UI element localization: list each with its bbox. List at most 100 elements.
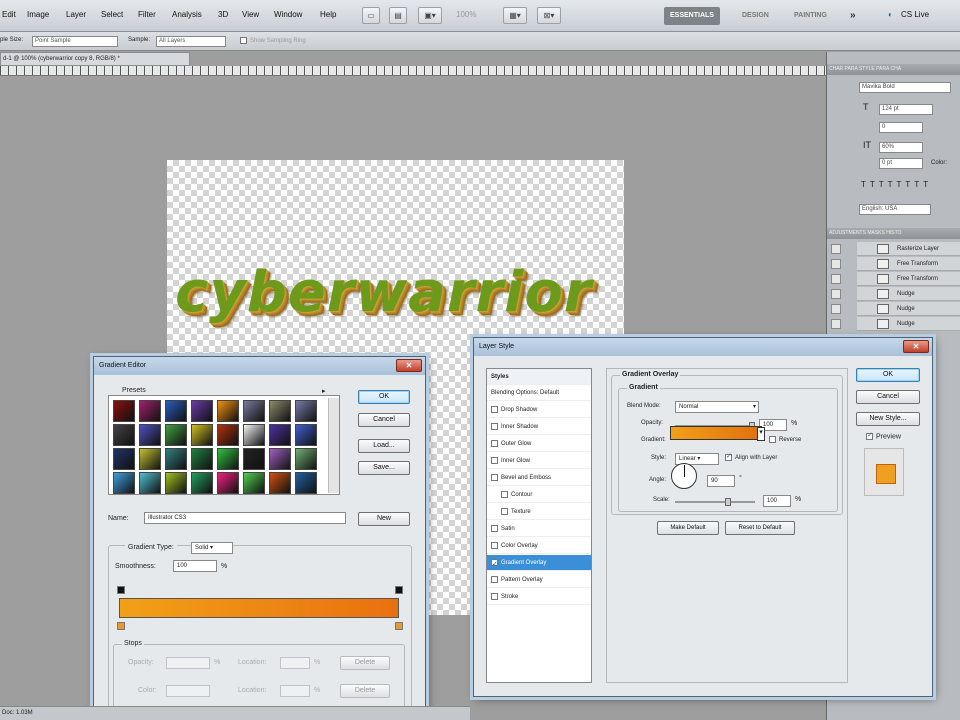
stop-opacity-input[interactable] xyxy=(166,657,210,669)
style-item[interactable]: Drop Shadow xyxy=(487,402,591,418)
history-item[interactable]: Nudge xyxy=(857,317,960,331)
sample-select[interactable]: All Layers xyxy=(156,36,226,47)
gradient-preset-swatch[interactable] xyxy=(269,424,291,446)
style-item[interactable]: Color Overlay xyxy=(487,538,591,554)
make-default-button[interactable]: Make Default xyxy=(657,521,719,535)
style-item[interactable]: Pattern Overlay xyxy=(487,572,591,588)
gradient-preset-swatch[interactable] xyxy=(243,424,265,446)
cancel-button[interactable]: Cancel xyxy=(856,390,920,404)
gradient-preset-swatch[interactable] xyxy=(139,424,161,446)
gradient-preset-swatch[interactable] xyxy=(191,424,213,446)
menu-3d[interactable]: 3D xyxy=(218,10,228,19)
menu-window[interactable]: Window xyxy=(274,10,302,19)
more-workspaces-icon[interactable]: » xyxy=(844,7,862,25)
gradient-name-input[interactable]: Illustrator CS3 xyxy=(144,512,346,524)
color-stop-right[interactable] xyxy=(395,622,403,630)
style-checkbox[interactable] xyxy=(501,490,508,498)
cs-live-button[interactable]: CS Live xyxy=(901,10,929,19)
gradient-preset-swatch[interactable] xyxy=(165,448,187,470)
presets-scrollbar[interactable] xyxy=(328,398,339,493)
new-button[interactable]: New xyxy=(358,512,410,526)
ok-button[interactable]: OK xyxy=(856,368,920,382)
color-stop-left[interactable] xyxy=(117,622,125,630)
workspace-design[interactable]: DESIGN xyxy=(736,7,775,25)
opacity-location-input[interactable] xyxy=(280,657,310,669)
sample-size-select[interactable]: Point Sample xyxy=(32,36,118,47)
styles-header[interactable]: Styles xyxy=(487,369,591,385)
style-checkbox[interactable] xyxy=(491,575,498,583)
menu-help[interactable]: Help xyxy=(320,10,336,19)
reverse-checkbox[interactable]: Reverse xyxy=(769,436,801,443)
show-sampling-ring[interactable]: Show Sampling Ring xyxy=(240,37,306,44)
workspace-painting[interactable]: PAINTING xyxy=(788,7,833,25)
history-panel-tabs[interactable]: ADJUSTMENTS MASKS HISTO xyxy=(827,228,960,239)
tracking-field[interactable]: 0 xyxy=(879,122,923,133)
blend-mode-select[interactable]: Normal ▾ xyxy=(675,401,759,413)
screen-mode-icon[interactable]: ⊠▾ xyxy=(537,7,561,24)
gradient-preset-swatch[interactable] xyxy=(191,400,213,422)
style-checkbox[interactable] xyxy=(491,456,498,464)
style-item[interactable]: Contour xyxy=(487,487,591,503)
zoom-level[interactable]: 100% xyxy=(456,10,476,19)
view-extras-icon[interactable]: ▣▾ xyxy=(418,7,442,24)
history-item[interactable]: Nudge xyxy=(857,302,960,316)
menu-layer[interactable]: Layer xyxy=(66,10,86,19)
color-location-input[interactable] xyxy=(280,685,310,697)
presets-menu-icon[interactable]: ▸ xyxy=(322,387,326,395)
gradient-preset-swatch[interactable] xyxy=(191,448,213,470)
angle-dial[interactable] xyxy=(671,463,697,489)
style-checkbox[interactable] xyxy=(491,524,498,532)
style-item[interactable]: Stroke xyxy=(487,589,591,605)
gradient-preset-swatch[interactable] xyxy=(139,400,161,422)
style-checkbox[interactable] xyxy=(491,439,498,447)
style-checkbox[interactable] xyxy=(491,405,498,413)
gradient-preset-swatch[interactable] xyxy=(295,448,317,470)
align-with-layer-checkbox[interactable]: Align with Layer xyxy=(725,452,777,461)
style-item[interactable]: Outer Glow xyxy=(487,436,591,452)
style-checkbox[interactable] xyxy=(491,422,498,430)
gradient-preset-swatch[interactable] xyxy=(113,448,135,470)
gradient-preset-swatch[interactable] xyxy=(165,400,187,422)
gradient-preset-swatch[interactable] xyxy=(243,472,265,494)
close-icon[interactable]: ✕ xyxy=(903,340,929,353)
gradient-preset-swatch[interactable] xyxy=(243,400,265,422)
gradient-preset-swatch[interactable] xyxy=(113,472,135,494)
style-item[interactable]: Texture xyxy=(487,504,591,520)
style-checkbox[interactable] xyxy=(491,557,498,573)
gradient-preset-swatch[interactable] xyxy=(139,448,161,470)
character-panel-tabs[interactable]: CHAR PARA STYLE PARA CHA xyxy=(827,64,960,75)
style-checkbox[interactable] xyxy=(491,541,498,549)
style-item[interactable]: Gradient Overlay xyxy=(487,555,591,573)
opacity-stop-right[interactable] xyxy=(395,586,403,594)
history-item[interactable]: Free Transform xyxy=(857,257,960,271)
new-style-button[interactable]: New Style... xyxy=(856,412,920,426)
minibridge-icon[interactable]: ▤ xyxy=(389,7,407,24)
style-checkbox[interactable] xyxy=(491,592,498,600)
gradient-preset-swatch[interactable] xyxy=(217,424,239,446)
ok-button[interactable]: OK xyxy=(358,390,410,404)
baseline-shift-field[interactable]: 0 pt xyxy=(879,158,923,169)
gradient-dropdown-icon[interactable]: ▾ xyxy=(757,427,765,441)
menu-edit[interactable]: Edit xyxy=(2,10,16,19)
style-checkbox[interactable] xyxy=(491,473,498,481)
scale-slider-knob[interactable] xyxy=(725,498,731,506)
arrange-documents-icon[interactable]: ▦▾ xyxy=(503,7,527,24)
scale-slider[interactable] xyxy=(675,498,755,506)
gradient-preset-swatch[interactable] xyxy=(217,448,239,470)
stop-color-swatch[interactable] xyxy=(166,685,210,697)
opacity-stop-left[interactable] xyxy=(117,586,125,594)
gradient-preset-swatch[interactable] xyxy=(217,400,239,422)
reset-to-default-button[interactable]: Reset to Default xyxy=(725,521,795,535)
cancel-button[interactable]: Cancel xyxy=(358,413,410,427)
vertical-scale-field[interactable]: 60% xyxy=(879,142,923,153)
menu-analysis[interactable]: Analysis xyxy=(172,10,202,19)
gradient-preset-swatch[interactable] xyxy=(113,424,135,446)
gradient-preset-swatch[interactable] xyxy=(191,472,213,494)
gradient-preset-swatch[interactable] xyxy=(269,472,291,494)
gradient-preset-swatch[interactable] xyxy=(113,400,135,422)
gradient-preview-bar[interactable] xyxy=(119,598,399,618)
angle-input[interactable]: 90 xyxy=(707,475,735,487)
style-item[interactable]: Bevel and Emboss xyxy=(487,470,591,486)
font-family-select[interactable]: Mavika Bold xyxy=(859,82,951,93)
gradient-preset-swatch[interactable] xyxy=(295,472,317,494)
